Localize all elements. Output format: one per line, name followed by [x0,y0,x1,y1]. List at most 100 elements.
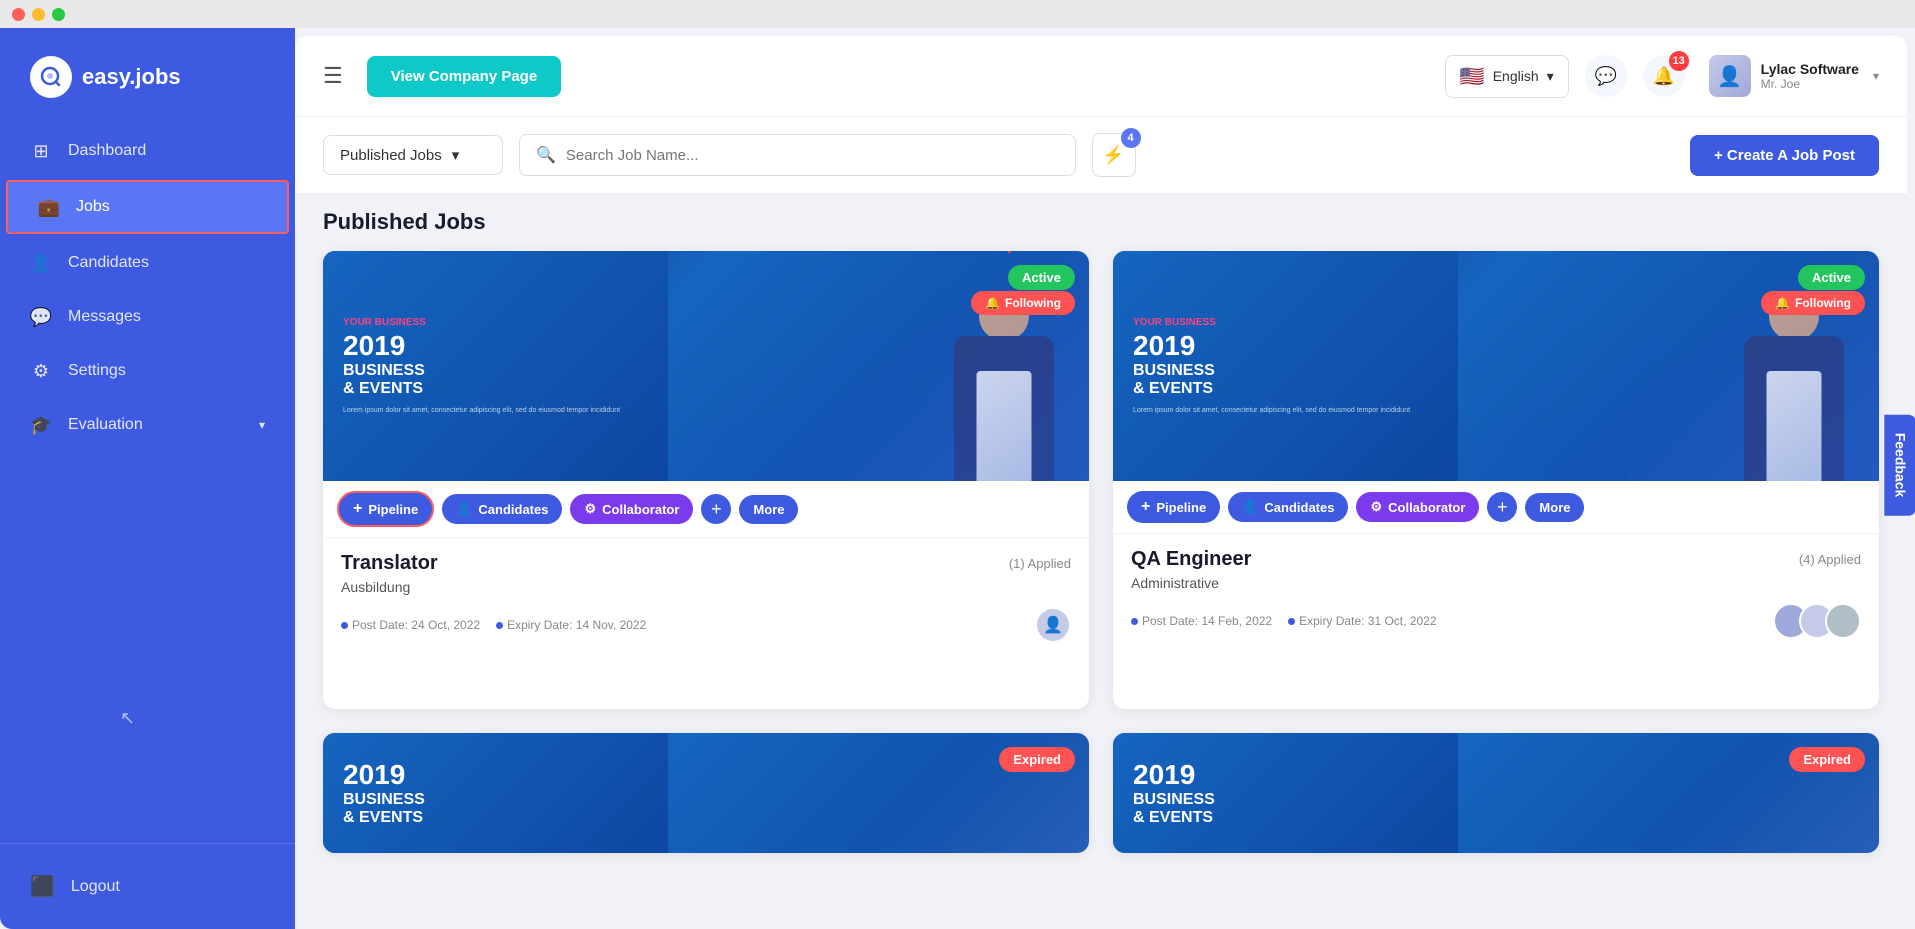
sidebar-item-settings[interactable]: ⚙ Settings [0,346,295,396]
candidates-button-2[interactable]: 👤 Candidates [1228,492,1348,522]
collaborator-button[interactable]: ⚙ Collaborator [570,494,693,524]
biz-subtitle-2: BUSINESS& EVENTS [1133,362,1215,398]
collaborator-button-2[interactable]: ⚙ Collaborator [1356,492,1479,522]
mac-titlebar [0,0,1915,28]
user-menu[interactable]: 👤 Lylac Software Mr. Joe ▾ [1709,55,1879,97]
job-card-image-2: your business 2019 BUSINESS& EVENTS Lore… [1113,251,1879,481]
page-title-bar: Published Jobs [295,193,1907,243]
create-job-button[interactable]: + Create A Job Post [1690,135,1879,176]
status-badge-active-2: Active [1798,265,1865,290]
feedback-tab[interactable]: Feedback [1885,414,1915,515]
flag-icon: 🇺🇸 [1460,64,1485,89]
job-title: Translator [341,552,438,575]
filter-count-badge: 4 [1121,128,1141,148]
job-actions-2: + Pipeline 👤 Candidates ⚙ Collaborator +… [1113,481,1879,534]
status-badge-active: Active [1008,265,1075,290]
applicant-avatars: 👤 [1035,607,1071,643]
filter-icon: ⚡ [1102,145,1124,166]
applicant-avatar: 👤 [1035,607,1071,643]
person-icon-2: 👤 [1242,499,1258,515]
job-title-2: QA Engineer [1131,548,1251,571]
notification-button[interactable]: 🔔 13 [1643,55,1685,97]
pipeline-button[interactable]: + Pipeline [337,491,434,527]
bell-small-icon-2: 🔔 [1775,296,1790,310]
job-card-image-1: ▼ your business 2019 BUSINESS& EVENTS Lo… [323,251,1089,481]
mac-minimize-btn[interactable] [32,8,45,21]
mac-maximize-btn[interactable] [52,8,65,21]
person-icon: 👤 [456,501,472,517]
sidebar-item-evaluation[interactable]: 🎓 Evaluation ▾ [0,400,295,450]
header: ☰ View Company Page 🇺🇸 English ▾ 💬 🔔 13 … [295,36,1907,116]
mac-close-btn[interactable] [12,8,25,21]
more-add-button[interactable]: + [701,494,731,524]
job-dates-2: Post Date: 14 Feb, 2022 Expiry Date: 31 … [1131,614,1437,628]
chevron-down-icon: ▾ [1547,68,1554,85]
expiry-date-2: Expiry Date: 31 Oct, 2022 [1288,614,1436,628]
sidebar-item-candidates[interactable]: 👤 Candidates [0,238,295,288]
avatar: 👤 [1709,55,1751,97]
toolbar: Published Jobs ▾ 🔍 ⚡ 4 + Create A Job Po… [295,116,1907,193]
logout-item[interactable]: ⬛ Logout [30,864,265,909]
sidebar-logo: easy.jobs [0,28,295,126]
sidebar-item-dashboard[interactable]: ⊞ Dashboard [0,126,295,176]
chevron-down-icon: ▾ [452,146,460,164]
user-name: Lylac Software [1761,61,1859,77]
sidebar-item-label: Dashboard [68,142,146,160]
gear-small-icon: ⚙ [584,501,596,517]
sidebar-item-label: Candidates [68,254,149,272]
jobs-icon: 💼 [38,196,60,218]
gear-small-icon-2: ⚙ [1370,499,1382,515]
job-card-image-4: 2019 BUSINESS& EVENTS Expired [1113,733,1879,853]
chevron-down-icon: ▾ [1873,69,1879,83]
language-label: English [1493,68,1539,84]
applicant-avatar-3 [1825,603,1861,639]
view-company-button[interactable]: View Company Page [367,56,561,97]
published-jobs-dropdown[interactable]: Published Jobs ▾ [323,135,503,175]
job-image-visual-2: your business 2019 BUSINESS& EVENTS Lore… [1113,251,1879,481]
post-date: Post Date: 24 Oct, 2022 [341,618,480,632]
bell-small-icon: 🔔 [985,296,1000,310]
pipeline-button-2[interactable]: + Pipeline [1127,491,1220,523]
biz-year: 2019 [343,330,405,362]
hamburger-icon[interactable]: ☰ [323,63,343,89]
job-image-visual: your business 2019 BUSINESS& EVENTS Lore… [323,251,1089,481]
sidebar-item-jobs[interactable]: 💼 Jobs [6,180,289,234]
filter-button[interactable]: ⚡ 4 [1092,133,1136,177]
more-add-button-2[interactable]: + [1487,492,1517,522]
messages-icon: 💬 [30,306,52,328]
biz-title-2: your business [1133,317,1216,328]
sidebar-item-label: Messages [68,308,141,326]
following-badge-2: 🔔 Following [1761,291,1865,315]
applicant-avatars-2 [1773,603,1861,639]
candidates-button[interactable]: 👤 Candidates [442,494,562,524]
language-selector[interactable]: 🇺🇸 English ▾ [1445,55,1569,98]
evaluation-icon: 🎓 [30,414,52,436]
status-badge-expired-2: Expired [1789,747,1865,772]
job-dates: Post Date: 24 Oct, 2022 Expiry Date: 14 … [341,618,646,632]
message-button[interactable]: 💬 [1585,55,1627,97]
biz-subtitle: BUSINESS& EVENTS [343,362,425,398]
more-button[interactable]: More [739,495,798,524]
user-text: Lylac Software Mr. Joe [1761,61,1859,91]
sidebar-item-label: Jobs [76,198,110,216]
red-arrow-indicator: ▼ [997,251,1021,261]
job-applied-2: (4) Applied [1799,552,1861,567]
more-button-2[interactable]: More [1525,493,1584,522]
dashboard-icon: ⊞ [30,140,52,162]
sidebar-item-messages[interactable]: 💬 Messages [0,292,295,342]
user-role: Mr. Joe [1761,77,1859,91]
biz-text: Lorem ipsum dolor sit amet, consectetur … [343,406,620,416]
job-card-expired-1: 2019 BUSINESS& EVENTS Expired [323,733,1089,853]
plus-icon: + [353,500,362,518]
post-date-2: Post Date: 14 Feb, 2022 [1131,614,1272,628]
following-badge: 🔔 Following [971,291,1075,315]
search-icon: 🔍 [536,145,556,165]
job-applied: (1) Applied [1009,556,1071,571]
status-badge-expired-1: Expired [999,747,1075,772]
notification-badge: 13 [1669,51,1689,71]
job-card-image-3: 2019 BUSINESS& EVENTS Expired [323,733,1089,853]
search-input[interactable] [566,147,1059,164]
job-info-2: QA Engineer (4) Applied Administrative P… [1113,534,1879,657]
biz-text-2: Lorem ipsum dolor sit amet, consectetur … [1133,406,1410,416]
jobs-grid: ▼ your business 2019 BUSINESS& EVENTS Lo… [295,243,1907,929]
